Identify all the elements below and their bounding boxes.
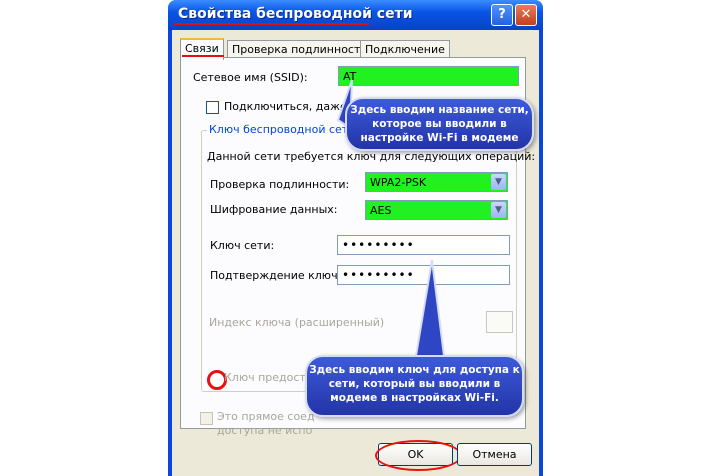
requires-key-text: Данной сети требуется ключ для следующих… (207, 150, 536, 163)
key-index-spinner[interactable] (486, 311, 513, 333)
ok-annotation-circle (375, 440, 462, 471)
auth-select-value: WPA2-PSK (370, 176, 427, 189)
help-icon: ? (498, 7, 506, 22)
encryption-label: Шифрование данных: (210, 203, 338, 216)
close-icon: ✕ (520, 7, 532, 22)
auth-select[interactable]: WPA2-PSK ▼ (365, 172, 508, 192)
connect-even-if-not-broadcasting-checkbox[interactable] (206, 101, 219, 114)
encryption-select[interactable]: AES ▼ (365, 200, 508, 220)
tab-annotation-underline (182, 55, 224, 57)
help-button[interactable]: ? (491, 4, 513, 26)
chevron-down-icon: ▼ (491, 174, 506, 190)
close-button[interactable]: ✕ (515, 4, 537, 26)
adhoc-checkbox[interactable] (200, 412, 213, 425)
ssid-label: Сетевое имя (SSID): (193, 71, 308, 84)
auth-label: Проверка подлинности: (210, 178, 350, 191)
encryption-select-value: AES (370, 204, 392, 217)
tab-authentication[interactable]: Проверка подлинности (227, 40, 373, 58)
ssid-input[interactable]: AT (338, 66, 519, 86)
network-key-input[interactable]: ••••••••• (337, 235, 510, 255)
connect-checkbox-label: Подключиться, даже ес (224, 100, 364, 113)
network-key-label: Ключ сети: (210, 239, 275, 252)
ssid-callout: Здесь вводим название сети, которое вы в… (345, 97, 534, 151)
wireless-key-group-label: Ключ беспроводной сети (207, 123, 358, 136)
confirm-key-input[interactable]: ••••••••• (337, 265, 510, 285)
tab-connection[interactable]: Подключение (360, 40, 450, 58)
title-bar[interactable]: Свойства беспроводной сети ? ✕ (168, 0, 543, 30)
window-title: Свойства беспроводной сети (178, 6, 413, 22)
confirm-key-label: Подтверждение ключа: (210, 269, 349, 282)
adhoc-label-line1: Это прямое соед (217, 410, 315, 423)
chevron-down-icon: ▼ (491, 202, 506, 218)
wireless-key-groupbox (201, 130, 517, 392)
key-callout: Здесь вводим ключ для доступа к сети, ко… (305, 355, 524, 417)
adhoc-label-line2: доступа не испо (217, 424, 313, 437)
key-index-label: Индекс ключа (расширенный) (209, 316, 385, 329)
cancel-button[interactable]: Отмена (457, 443, 532, 466)
title-annotation-underline (174, 23, 369, 25)
